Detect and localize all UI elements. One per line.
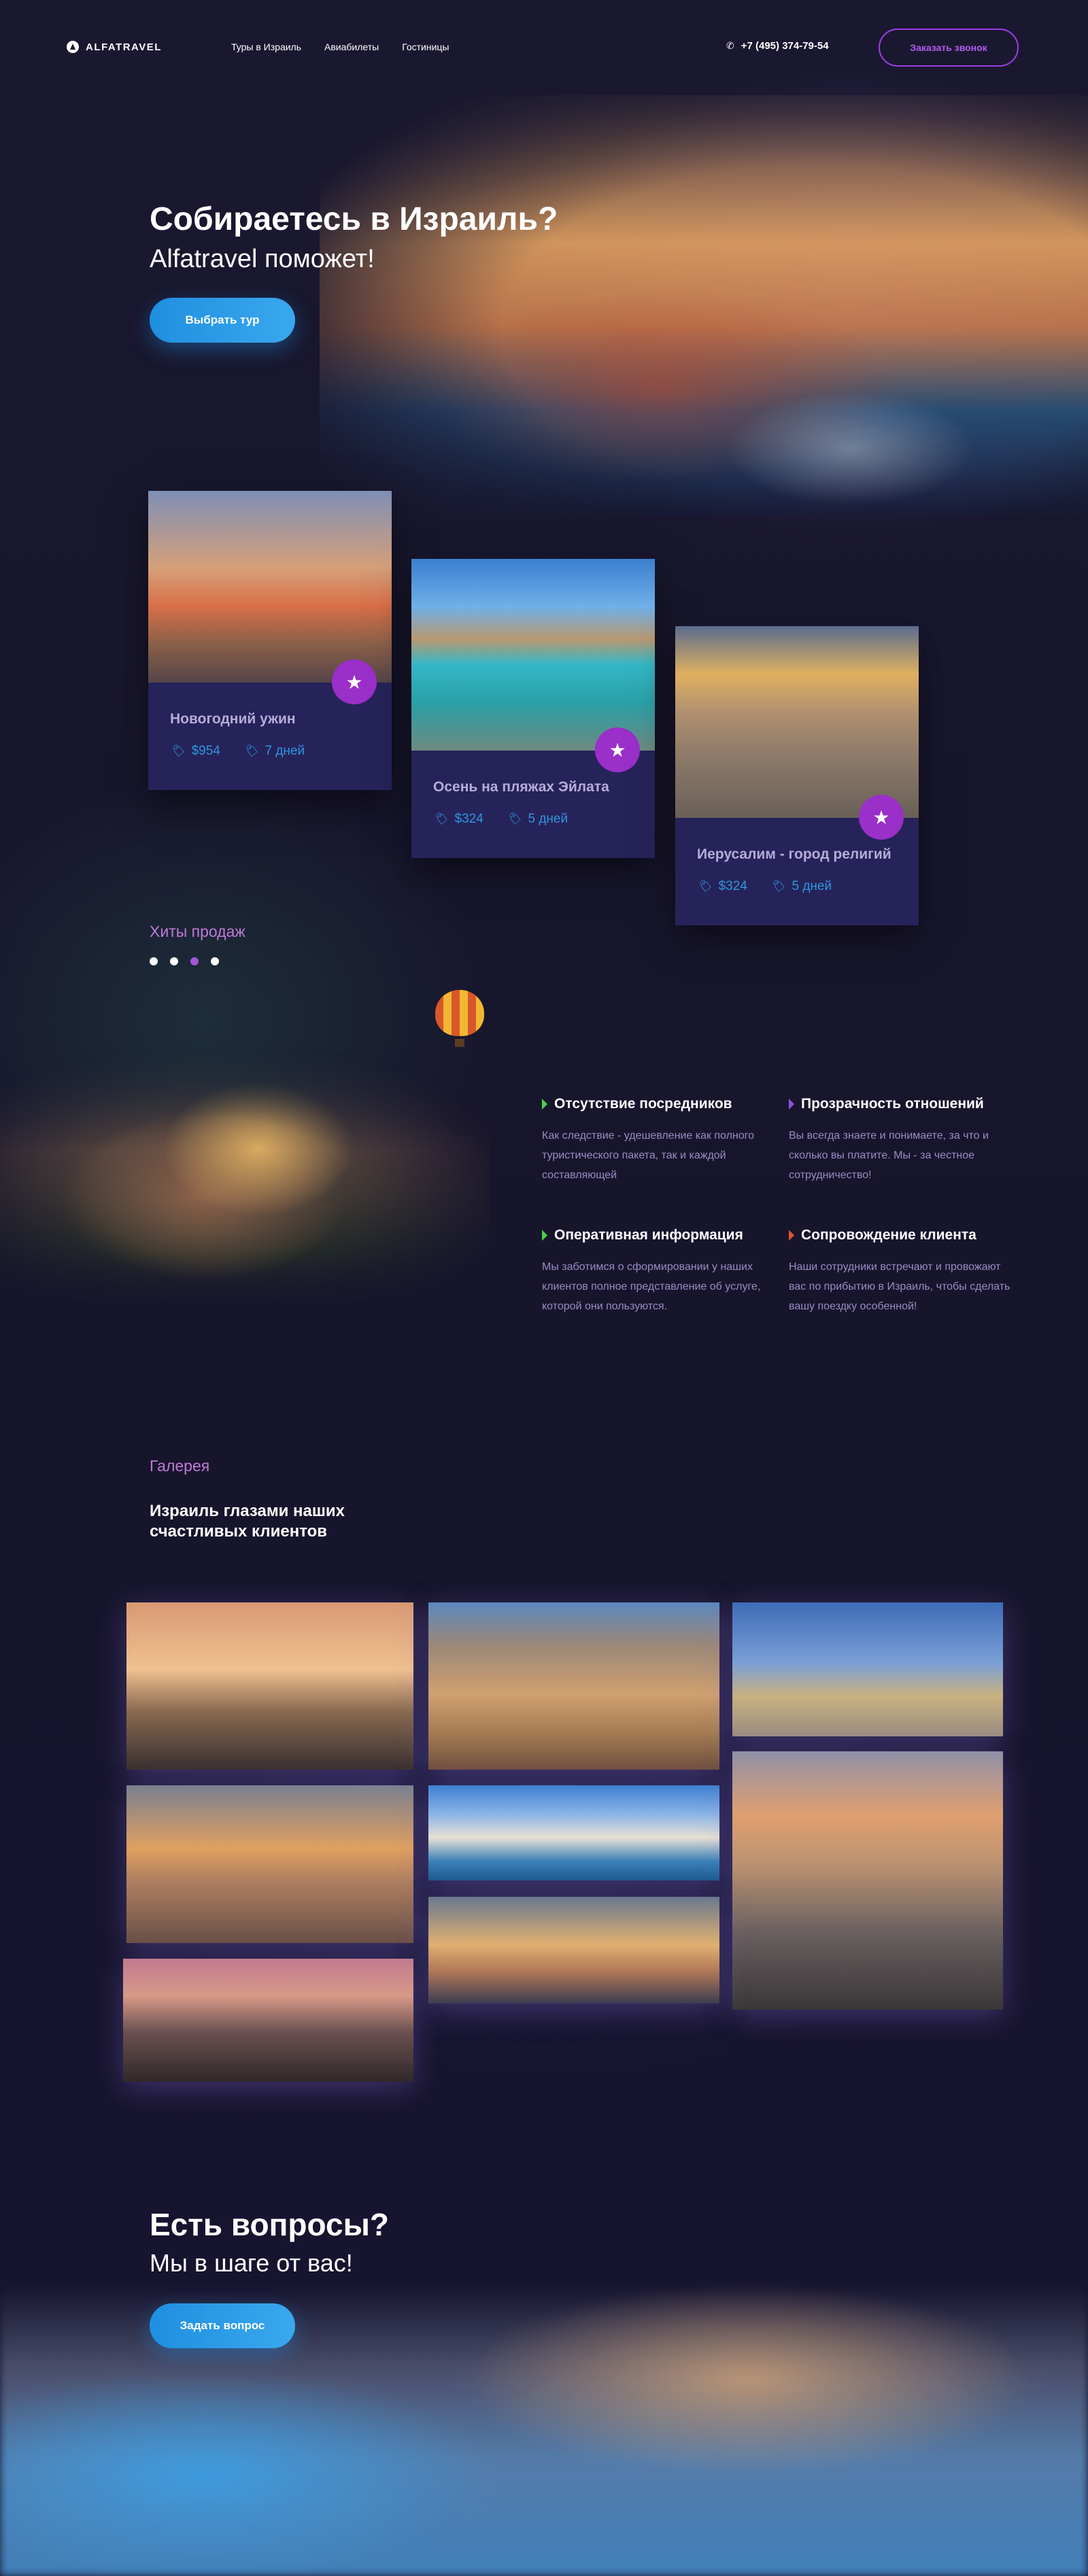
hero-title: Собираетесь в Израиль? [150,201,558,237]
tour-card[interactable]: ★ Осень на пляжах Эйлата 🏷 $324 🏷 5 дней [411,559,655,858]
gallery-photo-jerusalem-panorama[interactable] [126,1602,413,1770]
tour-photo [411,559,655,751]
tour-meta: 🏷 $324 🏷 5 дней [697,879,832,894]
tour-price: 🏷 $954 [170,744,220,759]
tag-icon: 🏷 [697,880,712,893]
tour-meta: 🏷 $324 🏷 5 дней [433,812,568,827]
tag-icon: 🏷 [506,812,522,825]
contact-subtitle: Мы в шаге от вас! [150,2249,353,2277]
arrow-icon [789,1099,794,1110]
balloon-envelope [435,990,484,1036]
feature-title: Оперативная информация [542,1227,766,1243]
gallery-photo-jerusalem-dusk[interactable] [123,1959,413,2082]
gallery-title: Израиль глазами наших счастливых клиенто… [150,1502,345,1541]
contact-title: Есть вопросы? [150,2207,389,2242]
tour-card[interactable]: ★ Иерусалим - город религий 🏷 $324 🏷 5 дне… [675,626,919,925]
mountain-image [0,1047,490,1305]
gallery-photo-masada[interactable] [428,1602,719,1770]
gallery-photo-israel-flag[interactable] [428,1897,719,2004]
hero-subtitle: Alfatravel поможет! [150,245,375,273]
feature-title: Сопровождение клиента [789,1227,1013,1243]
tour-duration-value: 5 дней [528,812,568,826]
gallery-photo-jaffa[interactable] [428,1785,719,1881]
feature-title-text: Оперативная информация [554,1227,743,1243]
feature-title: Прозрачность отношений [789,1096,1013,1112]
gallery-label: Галерея [150,1457,210,1475]
feature-item: Отсутствие посредников Как следствие - у… [542,1096,766,1185]
arrow-icon [542,1099,547,1110]
slider-dot[interactable] [150,957,158,965]
tour-photo [675,626,919,818]
tour-title: Новогодний ужин [170,711,296,727]
nav-item-tours[interactable]: Туры в Израиль [231,41,301,52]
page: ALFATRAVEL Туры в Израиль Авиабилеты Гос… [0,0,1088,2576]
tour-duration-value: 5 дней [792,879,832,893]
feature-text: Как следствие - удешевление как полного … [542,1130,755,1181]
balloon-image [435,990,484,1047]
choose-tour-button[interactable]: Выбрать тур [150,298,295,343]
tour-title: Осень на пляжах Эйлата [433,779,609,795]
hits-label: Хиты продаж [150,923,245,940]
feature-title-text: Отсутствие посредников [554,1096,732,1112]
gallery-photo-dome-of-rock[interactable] [732,1602,1003,1736]
tour-price: 🏷 $324 [433,812,483,827]
logo-text: ALFATRAVEL [86,41,162,53]
tag-icon: 🏷 [243,744,258,757]
tour-price-value: $954 [191,744,220,758]
star-icon[interactable]: ★ [595,727,640,772]
phone-number: +7 (495) 374-79-54 [741,40,829,52]
arrow-icon [542,1230,547,1241]
feature-text: Наши сотрудники встречают и провожают ва… [789,1261,1010,1312]
slider-dots [150,957,219,965]
gallery-photo-old-city[interactable] [732,1751,1003,2010]
ask-question-button[interactable]: Задать вопрос [150,2303,295,2348]
feature-item: Сопровождение клиента Наши сотрудники вс… [789,1227,1013,1316]
tour-duration: 🏷 7 дней [243,744,305,759]
feature-item: Прозрачность отношений Вы всегда знаете … [789,1096,1013,1185]
slider-dot[interactable] [211,957,219,965]
header: ALFATRAVEL Туры в Израиль Авиабилеты Гос… [0,0,1088,95]
tour-price-value: $324 [718,879,747,893]
star-icon[interactable]: ★ [332,659,377,704]
phone[interactable]: ✆ +7 (495) 374-79-54 [726,40,829,52]
tour-title: Иерусалим - город религий [697,846,891,862]
feature-title: Отсутствие посредников [542,1096,766,1112]
star-icon[interactable]: ★ [859,795,904,840]
tour-card[interactable]: ★ Новогодний ужин 🏷 $954 🏷 7 дней [148,491,392,790]
tour-photo [148,491,392,683]
tag-icon: 🏷 [770,880,785,893]
balloon-basket [455,1039,464,1047]
tour-price: 🏷 $324 [697,879,747,894]
slider-dot[interactable] [170,957,178,965]
nav-item-hotels[interactable]: Гостиницы [402,41,449,52]
order-call-button[interactable]: Заказать звонок [879,29,1019,67]
feature-text: Вы всегда знаете и понимаете, за что и с… [789,1130,989,1181]
slider-dot-active[interactable] [190,957,199,965]
nav-item-flights[interactable]: Авиабилеты [324,41,379,52]
gallery-photo-western-wall[interactable] [126,1785,413,1943]
feature-title-text: Прозрачность отношений [801,1096,984,1112]
tour-duration-value: 7 дней [265,744,305,758]
tour-duration: 🏷 5 дней [507,812,568,827]
phone-icon: ✆ [726,40,734,51]
feature-title-text: Сопровождение клиента [801,1227,976,1243]
logo-icon [67,41,79,53]
tag-icon: 🏷 [170,744,185,757]
logo[interactable]: ALFATRAVEL [67,41,162,53]
feature-item: Оперативная информация Мы заботимся о сф… [542,1227,766,1316]
tag-icon: 🏷 [433,812,448,825]
tour-duration: 🏷 5 дней [770,879,832,894]
tour-price-value: $324 [454,812,483,826]
feature-text: Мы заботимся о сформировании у наших кли… [542,1261,761,1312]
arrow-icon [789,1230,794,1241]
hero-image-jaffa-port [320,95,1088,517]
tour-meta: 🏷 $954 🏷 7 дней [170,744,305,759]
main-nav: Туры в Израиль Авиабилеты Гостиницы [231,41,449,52]
